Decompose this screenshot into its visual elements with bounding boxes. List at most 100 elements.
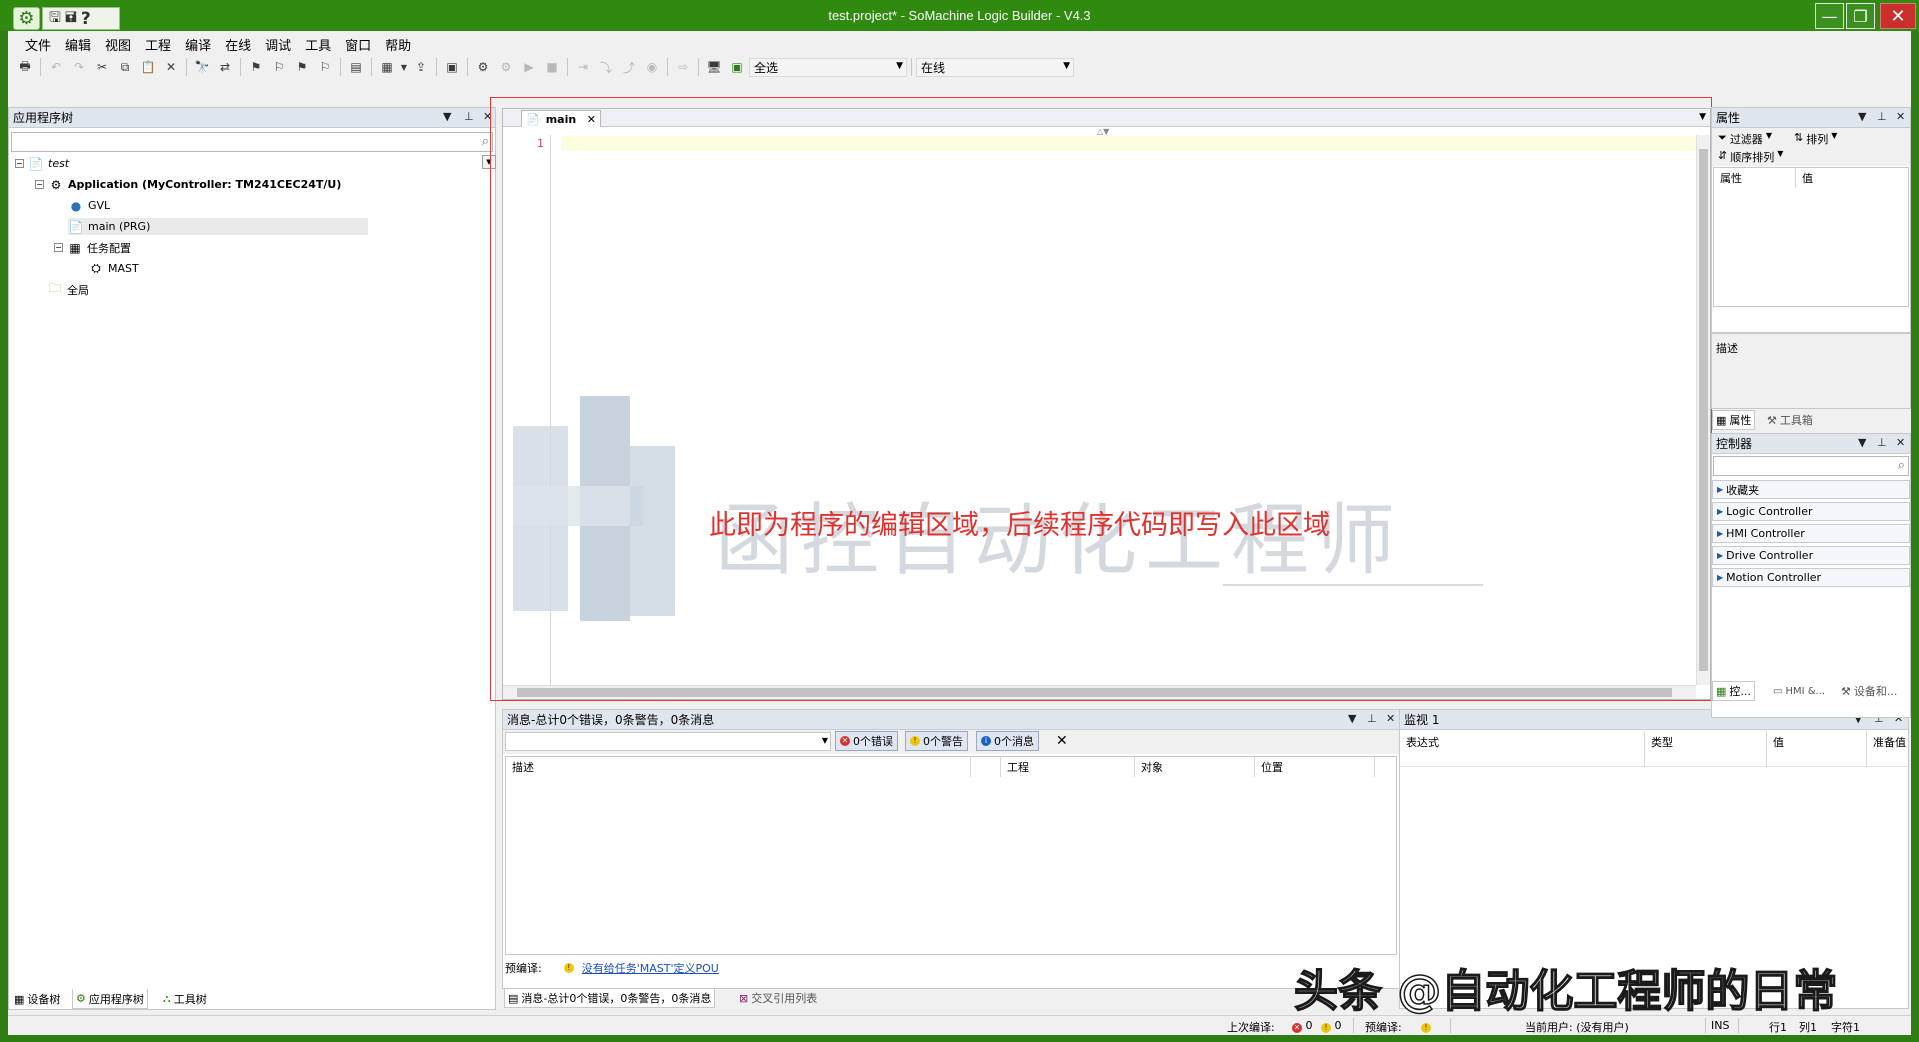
menu-view[interactable]: 视图 bbox=[98, 33, 138, 54]
editor-tab-main[interactable]: 📄 main ✕ bbox=[521, 110, 601, 127]
step-over-icon[interactable]: ⇥ bbox=[572, 56, 594, 78]
message-source-combo[interactable]: ▼ bbox=[505, 732, 831, 751]
accordion-favorites[interactable]: ▶ 收藏夹 bbox=[1712, 480, 1910, 499]
col-expression[interactable]: 表达式 bbox=[1400, 731, 1645, 767]
accordion-motion-controller[interactable]: ▶ Motion Controller bbox=[1712, 568, 1910, 587]
select-scope-combo[interactable]: 全选 ▼ bbox=[749, 57, 907, 77]
collapse-icon[interactable]: − bbox=[54, 243, 63, 252]
tab-controller[interactable]: ▦ 控... bbox=[1712, 681, 1755, 701]
tab-properties[interactable]: ▦ 属性 bbox=[1712, 410, 1756, 430]
stop-icon[interactable]: ■ bbox=[541, 56, 563, 78]
tab-app-tree[interactable]: ⚙ 应用程序树 bbox=[72, 989, 148, 1009]
tab-cross-reference[interactable]: ⊠ 交叉引用列表 bbox=[736, 988, 820, 1008]
close-icon[interactable]: ✕ bbox=[1896, 436, 1905, 449]
sort-button[interactable]: ⇅ 排列 ▼ bbox=[1794, 131, 1837, 147]
select-all-icon[interactable]: ▣ bbox=[726, 56, 748, 78]
col-prepared-value[interactable]: 准备值 bbox=[1867, 731, 1910, 767]
redo-icon[interactable]: ↷ bbox=[68, 56, 90, 78]
last-compile-errors[interactable]: ✕ 0 bbox=[1292, 1019, 1313, 1033]
tree-node-task-config[interactable]: − ▦ 任务配置 bbox=[54, 239, 131, 256]
col-project[interactable]: 工程 bbox=[1000, 757, 1135, 777]
filter-errors-button[interactable]: ✕ 0个错误 bbox=[835, 731, 898, 751]
menu-project[interactable]: 工程 bbox=[138, 33, 178, 54]
clear-messages-icon[interactable]: ✕ bbox=[1056, 733, 1068, 749]
undo-icon[interactable]: ↶ bbox=[45, 56, 67, 78]
tree-node-main[interactable]: 📄 main (PRG) bbox=[68, 218, 368, 235]
close-icon[interactable]: ✕ bbox=[1896, 110, 1905, 123]
menu-file[interactable]: 文件 bbox=[18, 33, 58, 54]
tab-devices[interactable]: ⚒ 设备和... bbox=[1838, 681, 1900, 701]
run-icon[interactable]: ▶ bbox=[518, 56, 540, 78]
menu-help[interactable]: 帮助 bbox=[378, 33, 418, 54]
horizontal-scrollbar[interactable] bbox=[503, 685, 1696, 699]
login-icon[interactable]: ⚙ bbox=[472, 56, 494, 78]
precompile-status[interactable]: ! bbox=[1421, 1019, 1431, 1033]
monitor-icon[interactable]: 🖥 bbox=[703, 56, 725, 78]
collapse-icon[interactable]: − bbox=[35, 180, 44, 189]
breakpoint-icon[interactable]: ◉ bbox=[641, 56, 663, 78]
accordion-hmi-controller[interactable]: ▶ HMI Controller bbox=[1712, 524, 1910, 543]
order-button[interactable]: ⇵ 顺序排列 ▼ bbox=[1718, 149, 1783, 165]
close-button[interactable]: ✕ bbox=[1880, 3, 1916, 29]
tree-dropdown-button[interactable]: ▼ bbox=[482, 155, 496, 169]
logout-icon[interactable]: ⚙ bbox=[495, 56, 517, 78]
replace-icon[interactable]: ⇄ bbox=[214, 56, 236, 78]
pin-icon[interactable]: ⊥ bbox=[1367, 712, 1377, 725]
accordion-logic-controller[interactable]: ▶ Logic Controller bbox=[1712, 502, 1910, 521]
close-icon[interactable]: ✕ bbox=[587, 113, 596, 126]
export-icon[interactable]: ⇪ bbox=[410, 56, 432, 78]
filter-warnings-button[interactable]: ! 0个警告 bbox=[905, 731, 968, 751]
search-icon[interactable]: ⌕ bbox=[482, 134, 489, 149]
precompile-link[interactable]: 没有给任务'MAST'定义POU bbox=[582, 960, 719, 976]
chevron-down-icon[interactable]: ▼ bbox=[1858, 110, 1866, 123]
paste-icon[interactable]: 📋 bbox=[137, 56, 159, 78]
bookmark-clear-icon[interactable]: ⚐ bbox=[314, 56, 336, 78]
col-description[interactable]: 描述 bbox=[506, 757, 971, 777]
pin-icon[interactable]: ⊥ bbox=[1877, 436, 1887, 449]
close-icon[interactable]: ✕ bbox=[1386, 712, 1395, 725]
col-object[interactable]: 对象 bbox=[1135, 757, 1255, 777]
tab-hmi[interactable]: ▭ HMI &... bbox=[1770, 681, 1828, 701]
scrollbar-thumb[interactable] bbox=[1699, 149, 1708, 671]
collapse-icon[interactable]: − bbox=[15, 159, 24, 168]
restore-button[interactable]: ❐ bbox=[1846, 3, 1875, 29]
chevron-down-icon[interactable]: ▼ bbox=[1699, 112, 1706, 122]
menu-edit[interactable]: 编辑 bbox=[58, 33, 98, 54]
controller-search-input[interactable]: ⌕ bbox=[1713, 456, 1909, 476]
bookmark-prev-icon[interactable]: ⚑ bbox=[291, 56, 313, 78]
step-into-icon[interactable]: ⤵ bbox=[595, 56, 617, 78]
menu-build[interactable]: 编译 bbox=[178, 33, 218, 54]
tree-node-mast[interactable]: ⛭ MAST bbox=[88, 260, 139, 277]
tree-node-global[interactable]: 🗀 全局 bbox=[47, 281, 89, 298]
delete-icon[interactable]: ✕ bbox=[160, 56, 182, 78]
tree-node-test[interactable]: − 📄 test bbox=[15, 155, 69, 172]
tree-node-application[interactable]: − ⚙ Application (MyController: TM241CEC2… bbox=[35, 176, 341, 193]
current-line-highlight[interactable] bbox=[561, 136, 1696, 151]
chevron-down-icon[interactable]: ▼ bbox=[443, 110, 451, 123]
app-tree-search-input[interactable]: ⌕ bbox=[11, 132, 493, 152]
col-value[interactable]: 值 bbox=[1767, 731, 1867, 767]
close-icon[interactable]: ✕ bbox=[483, 110, 492, 123]
splitter-arrows-icon[interactable]: △▼ bbox=[1097, 127, 1109, 136]
windows-icon[interactable]: ▤ bbox=[345, 56, 367, 78]
search-icon[interactable]: ⌕ bbox=[1898, 458, 1905, 473]
filter-button[interactable]: ⏷ 过滤器 ▼ bbox=[1718, 131, 1772, 147]
minimize-button[interactable]: — bbox=[1815, 3, 1844, 29]
col-type[interactable]: 类型 bbox=[1645, 731, 1767, 767]
step-out-icon[interactable]: ⤴ bbox=[618, 56, 640, 78]
chevron-down-icon[interactable]: ▼ bbox=[1858, 436, 1866, 449]
pin-icon[interactable]: ⊥ bbox=[1877, 110, 1887, 123]
bookmark-next-icon[interactable]: ⚐ bbox=[268, 56, 290, 78]
pin-icon[interactable]: ⊥ bbox=[464, 110, 474, 123]
menu-debug[interactable]: 调试 bbox=[258, 33, 298, 54]
find-icon[interactable]: 🔭 bbox=[191, 56, 213, 78]
last-compile-warnings[interactable]: ! 0 bbox=[1321, 1019, 1342, 1033]
print-icon[interactable]: 🖶 bbox=[14, 56, 36, 78]
accordion-drive-controller[interactable]: ▶ Drive Controller bbox=[1712, 546, 1910, 565]
cut-icon[interactable]: ✂ bbox=[91, 56, 113, 78]
col-location[interactable]: 位置 bbox=[1255, 757, 1375, 777]
menu-window[interactable]: 窗口 bbox=[338, 33, 378, 54]
build-icon[interactable]: ▦ bbox=[376, 56, 398, 78]
tab-messages[interactable]: ▤ 消息-总计0个错误，0条警告，0条消息 bbox=[504, 988, 716, 1008]
filter-messages-button[interactable]: i 0个消息 bbox=[976, 731, 1039, 751]
